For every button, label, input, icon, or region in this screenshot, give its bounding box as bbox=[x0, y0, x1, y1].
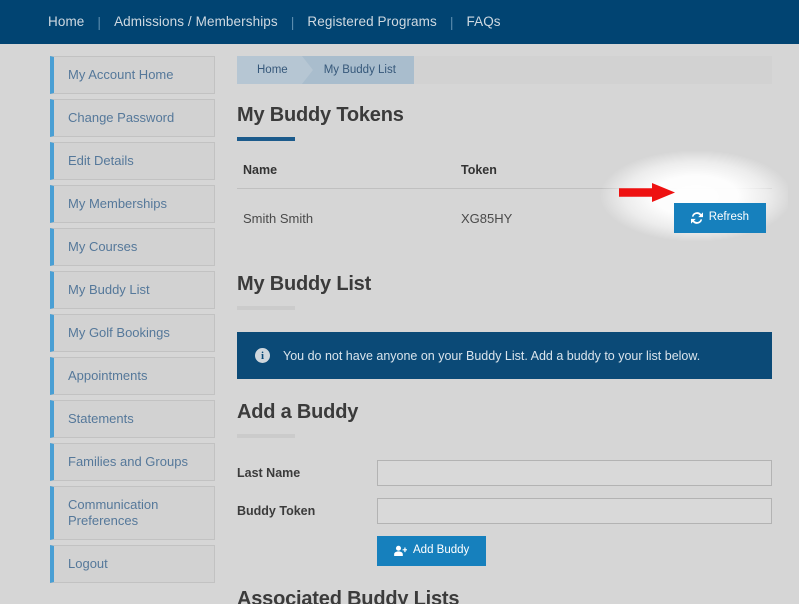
sidebar: My Account Home Change Password Edit Det… bbox=[50, 56, 215, 588]
sidebar-item-label: My Buddy List bbox=[68, 282, 150, 298]
sidebar-item-my-memberships[interactable]: My Memberships bbox=[50, 185, 215, 223]
nav-link-registered-programs[interactable]: Registered Programs bbox=[307, 12, 436, 31]
sidebar-item-communication-preferences[interactable]: Communication Preferences bbox=[50, 486, 215, 540]
add-a-buddy-heading: Add a Buddy bbox=[237, 401, 772, 424]
last-name-input[interactable] bbox=[377, 460, 772, 486]
nav-separator: | bbox=[291, 15, 295, 29]
buddy-tokens-table: Name Token Smith Smith XG85HY bbox=[237, 163, 772, 247]
breadcrumb: Home My Buddy List bbox=[237, 56, 772, 84]
table-body: Smith Smith XG85HY Refresh bbox=[237, 189, 772, 248]
nav-item-faqs[interactable]: FAQs bbox=[467, 13, 501, 31]
breadcrumb-item-home[interactable]: Home bbox=[237, 56, 302, 84]
column-header-token: Token bbox=[455, 163, 772, 189]
sidebar-item-change-password[interactable]: Change Password bbox=[50, 99, 215, 137]
nav-item-admissions[interactable]: Admissions / Memberships bbox=[114, 13, 278, 31]
sidebar-item-label: My Golf Bookings bbox=[68, 325, 170, 341]
sidebar-item-my-courses[interactable]: My Courses bbox=[50, 228, 215, 266]
refresh-icon bbox=[691, 212, 703, 224]
nav-separator: | bbox=[450, 15, 454, 29]
heading-underline bbox=[237, 137, 295, 141]
info-icon: i bbox=[255, 348, 270, 363]
user-plus-icon bbox=[394, 545, 407, 557]
breadcrumb-item-my-buddy-list[interactable]: My Buddy List bbox=[302, 56, 414, 84]
sidebar-item-label: Statements bbox=[68, 411, 134, 427]
sidebar-item-edit-details[interactable]: Edit Details bbox=[50, 142, 215, 180]
sidebar-item-label: Logout bbox=[68, 556, 108, 572]
cell-name: Smith Smith bbox=[237, 189, 455, 248]
buddy-token-input[interactable] bbox=[377, 498, 772, 524]
add-buddy-actions: Add Buddy bbox=[237, 536, 772, 566]
sidebar-item-label: Appointments bbox=[68, 368, 148, 384]
sidebar-item-my-account-home[interactable]: My Account Home bbox=[50, 56, 215, 94]
form-row-buddy-token: Buddy Token bbox=[237, 498, 772, 524]
sidebar-item-label: Communication Preferences bbox=[68, 497, 204, 530]
buddy-token-label: Buddy Token bbox=[237, 504, 377, 518]
page-body: My Account Home Change Password Edit Det… bbox=[0, 44, 799, 604]
alert-message: You do not have anyone on your Buddy Lis… bbox=[283, 349, 700, 363]
table-header-row: Name Token bbox=[237, 163, 772, 189]
sidebar-item-statements[interactable]: Statements bbox=[50, 400, 215, 438]
top-navbar: Home | Admissions / Memberships | Regist… bbox=[0, 0, 799, 44]
form-row-last-name: Last Name bbox=[237, 460, 772, 486]
associated-buddy-lists-heading: Associated Buddy Lists bbox=[237, 588, 772, 604]
sidebar-item-label: Change Password bbox=[68, 110, 174, 126]
sidebar-item-my-golf-bookings[interactable]: My Golf Bookings bbox=[50, 314, 215, 352]
table-head: Name Token bbox=[237, 163, 772, 189]
nav-link-admissions[interactable]: Admissions / Memberships bbox=[114, 12, 278, 31]
sidebar-item-label: Families and Groups bbox=[68, 454, 188, 470]
nav-separator: | bbox=[97, 15, 101, 29]
table-row: Smith Smith XG85HY Refresh bbox=[237, 189, 772, 248]
nav-item-registered-programs[interactable]: Registered Programs bbox=[307, 13, 436, 31]
last-name-label: Last Name bbox=[237, 466, 377, 480]
sidebar-item-label: Edit Details bbox=[68, 153, 134, 169]
refresh-button-label: Refresh bbox=[709, 212, 749, 224]
main-nav: Home | Admissions / Memberships | Regist… bbox=[48, 13, 501, 31]
heading-underline bbox=[237, 434, 295, 438]
buddy-list-info-alert: i You do not have anyone on your Buddy L… bbox=[237, 332, 772, 379]
nav-item-home[interactable]: Home bbox=[48, 13, 84, 31]
sidebar-item-label: My Memberships bbox=[68, 196, 167, 212]
sidebar-item-my-buddy-list[interactable]: My Buddy List bbox=[50, 271, 215, 309]
nav-link-home[interactable]: Home bbox=[48, 12, 84, 31]
add-buddy-button[interactable]: Add Buddy bbox=[377, 536, 486, 566]
column-header-name: Name bbox=[237, 163, 455, 189]
my-buddy-list-heading: My Buddy List bbox=[237, 273, 772, 296]
cell-actions: Refresh bbox=[567, 189, 772, 248]
cell-token: XG85HY bbox=[455, 189, 567, 248]
main-content: Home My Buddy List My Buddy Tokens Name … bbox=[237, 56, 772, 604]
sidebar-item-logout[interactable]: Logout bbox=[50, 545, 215, 583]
sidebar-item-families-and-groups[interactable]: Families and Groups bbox=[50, 443, 215, 481]
sidebar-item-label: My Account Home bbox=[68, 67, 174, 83]
heading-underline bbox=[237, 306, 295, 310]
add-buddy-button-label: Add Buddy bbox=[413, 545, 469, 557]
refresh-button[interactable]: Refresh bbox=[674, 203, 766, 233]
sidebar-item-label: My Courses bbox=[68, 239, 137, 255]
nav-link-faqs[interactable]: FAQs bbox=[467, 12, 501, 31]
my-buddy-tokens-heading: My Buddy Tokens bbox=[237, 104, 772, 127]
sidebar-item-appointments[interactable]: Appointments bbox=[50, 357, 215, 395]
